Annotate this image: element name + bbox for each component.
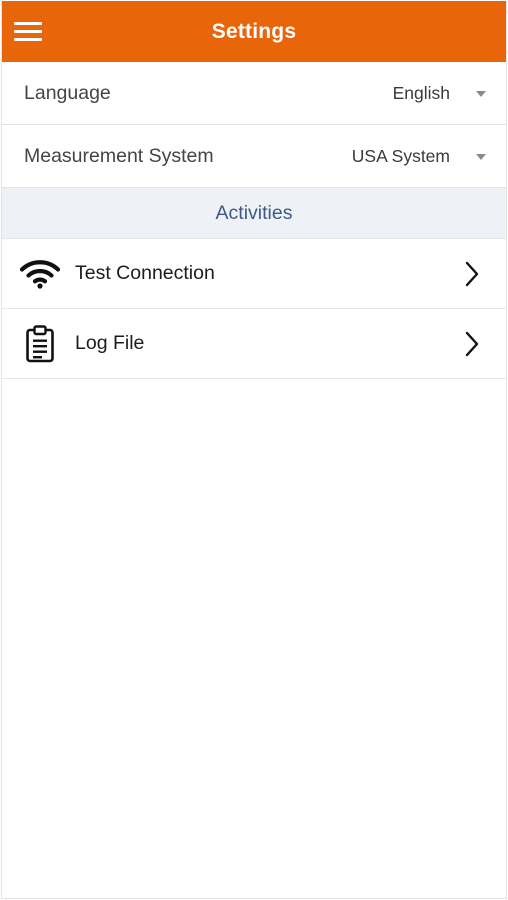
log-file-row[interactable]: Log File <box>2 309 506 379</box>
menu-icon-bar <box>14 37 42 41</box>
chevron-right-icon <box>462 260 482 288</box>
app-header: Settings <box>2 1 506 62</box>
language-select[interactable]: English <box>393 83 486 104</box>
activities-section-header: Activities <box>2 188 506 239</box>
measurement-system-label: Measurement System <box>24 144 214 167</box>
clipboard-icon <box>20 324 60 364</box>
settings-screen: Settings Language English Measurement Sy… <box>1 1 507 899</box>
language-label: Language <box>24 81 111 104</box>
menu-button[interactable] <box>14 17 44 45</box>
language-select-value: English <box>392 82 450 103</box>
dropdown-caret-icon <box>476 91 486 97</box>
measurement-system-select[interactable]: USA System <box>352 146 486 167</box>
measurement-system-setting-row: Measurement System USA System <box>2 125 506 188</box>
language-setting-row: Language English <box>2 62 506 125</box>
chevron-right-icon <box>462 330 482 358</box>
hamburger-menu-icon <box>14 21 42 25</box>
wifi-icon <box>20 254 60 294</box>
activities-section-title: Activities <box>215 201 293 224</box>
test-connection-row[interactable]: Test Connection <box>2 239 506 309</box>
log-file-label: Log File <box>75 332 145 354</box>
dropdown-caret-icon <box>476 154 486 160</box>
menu-icon-bar <box>14 29 42 33</box>
test-connection-label: Test Connection <box>75 262 215 284</box>
page-title: Settings <box>211 19 297 43</box>
measurement-system-select-value: USA System <box>351 145 450 166</box>
